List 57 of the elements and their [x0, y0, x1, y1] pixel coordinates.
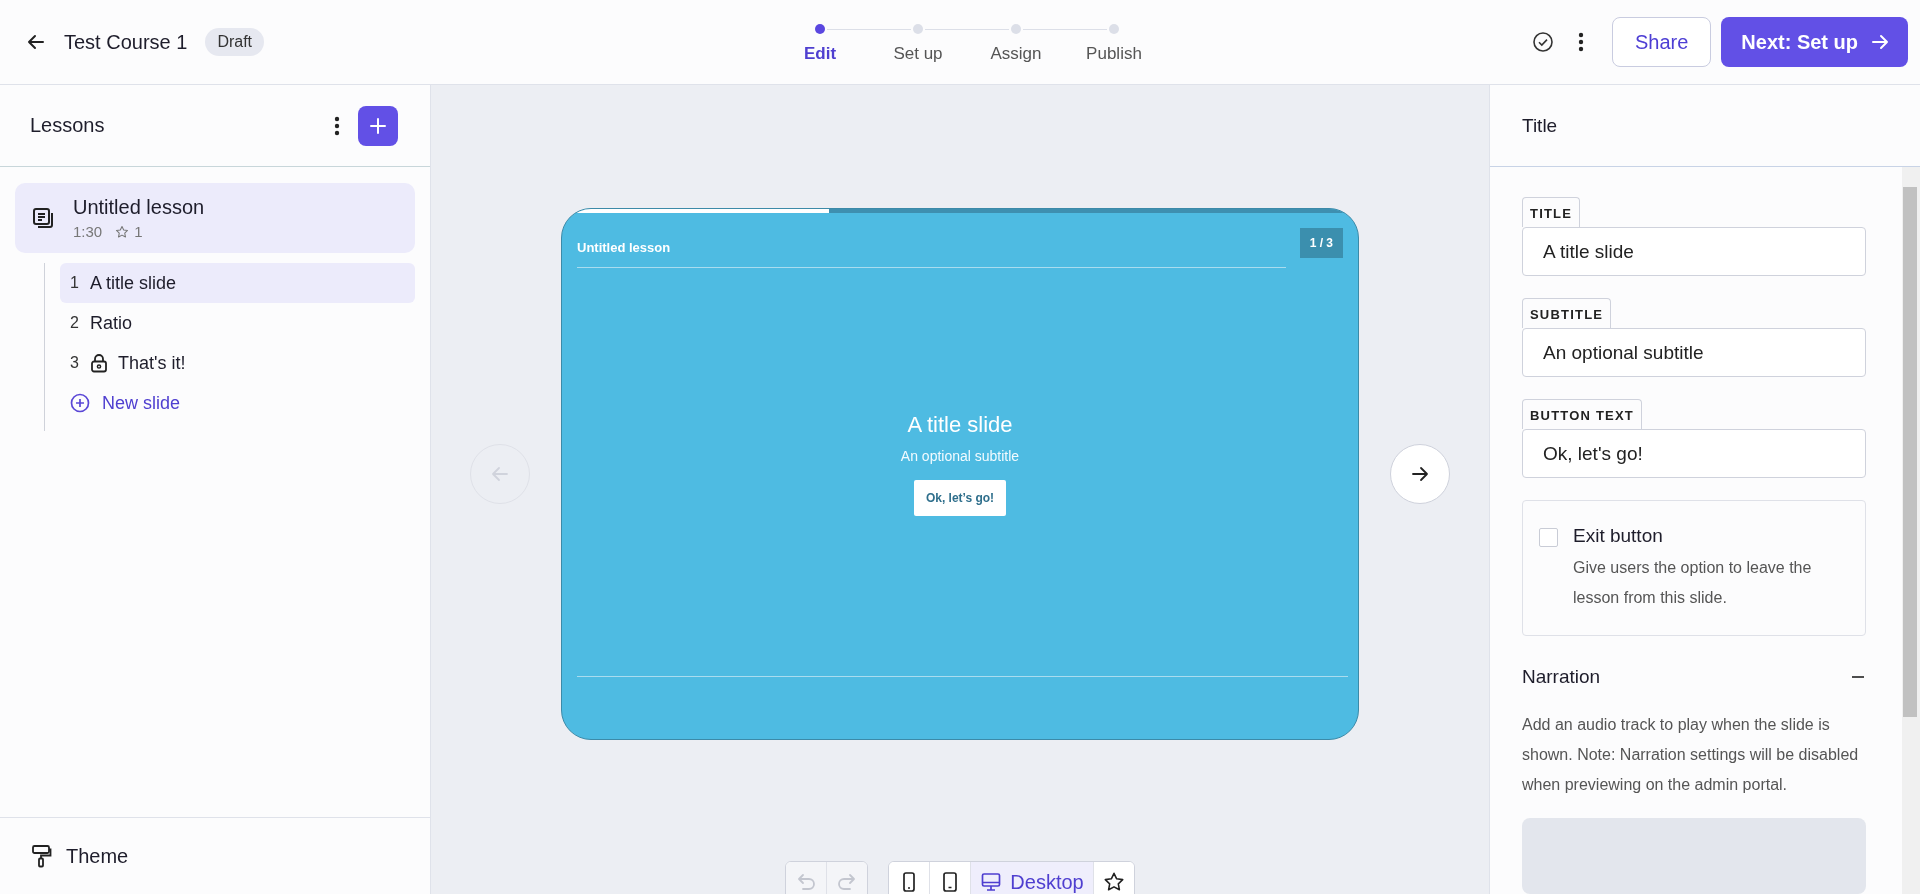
scrollbar[interactable] — [1902, 167, 1920, 894]
slide-heading: A title slide — [907, 412, 1013, 438]
monitor-icon — [980, 871, 1003, 893]
lesson-duration: 1:30 — [73, 223, 103, 240]
check-circle-icon[interactable] — [1531, 31, 1554, 53]
desktop-view-button[interactable]: Desktop — [971, 862, 1094, 894]
exit-button-label: Exit button — [1573, 525, 1664, 547]
star-count: 1 — [134, 223, 143, 240]
slide-subtitle: An optional subtitle — [900, 448, 1020, 464]
start-button[interactable]: Ok, let’s go! — [913, 480, 1007, 516]
lock-icon — [90, 353, 108, 373]
star-icon — [1102, 871, 1125, 893]
slide-counter: 1 / 3 — [1299, 228, 1343, 258]
narration-description: Add an audio track to play when the slide is shown. Note: Narration settings will be disabled when previewing on the admin portal. — [1522, 715, 1860, 795]
slide-item[interactable]: 1 A title slide — [60, 263, 415, 303]
checkbox[interactable] — [1539, 528, 1558, 547]
scrollbar-thumb[interactable] — [1903, 187, 1917, 717]
course-title: Test Course 1 — [64, 30, 188, 54]
step-tab[interactable]: Publish — [1065, 20, 1163, 64]
phone-view-button[interactable] — [889, 862, 931, 894]
document-icon — [31, 206, 55, 230]
paint-roller-icon — [30, 844, 52, 868]
more-icon[interactable] — [334, 114, 340, 137]
slide-number: 2 — [70, 314, 80, 332]
lesson-title: Untitled lesson — [73, 196, 205, 219]
more-icon[interactable] — [1577, 31, 1584, 53]
plus-circle-icon — [70, 393, 90, 413]
input-field[interactable]: An optional subtitle — [1522, 328, 1866, 377]
panel-title: Title — [1522, 114, 1558, 137]
status-badge: Draft — [205, 28, 265, 56]
input-field[interactable]: A title slide — [1522, 227, 1866, 276]
star-icon — [115, 224, 130, 239]
plus-icon — [368, 115, 388, 136]
slide-title: Ratio — [90, 312, 133, 334]
slide-number: 3 — [70, 354, 80, 372]
lessons-heading: Lessons — [30, 114, 106, 137]
slide-item[interactable]: 2 Ratio — [60, 303, 415, 343]
slide-number: 1 — [70, 274, 80, 292]
back-arrow-icon[interactable] — [26, 32, 46, 52]
slide-lesson-title: Untitled lesson — [577, 228, 1286, 268]
theme-button[interactable]: Theme — [0, 817, 430, 894]
new-slide-link[interactable]: New slide — [60, 383, 181, 423]
slide-item[interactable]: 3 That's it! — [60, 343, 415, 383]
add-lesson-button[interactable] — [358, 105, 398, 146]
step-tab[interactable]: Set up — [869, 20, 967, 64]
step-tab[interactable]: Assign — [967, 20, 1065, 64]
share-button[interactable]: Share — [1611, 17, 1712, 67]
slide-title: A title slide — [90, 272, 177, 294]
input-field[interactable]: Ok, let's go! — [1522, 429, 1866, 478]
undo-icon — [795, 871, 818, 893]
slide-title: That's it! — [118, 352, 186, 374]
exit-description: Give users the option to leave the lesson from this slide. — [1573, 558, 1813, 608]
next-button[interactable]: Next: Set up — [1721, 17, 1908, 67]
step-tab[interactable]: Edit — [771, 20, 869, 64]
narration-heading: Narration — [1522, 666, 1601, 688]
arrow-right-icon — [1870, 32, 1890, 52]
lesson-item[interactable]: Untitled lesson 1:30 1 — [15, 183, 415, 253]
